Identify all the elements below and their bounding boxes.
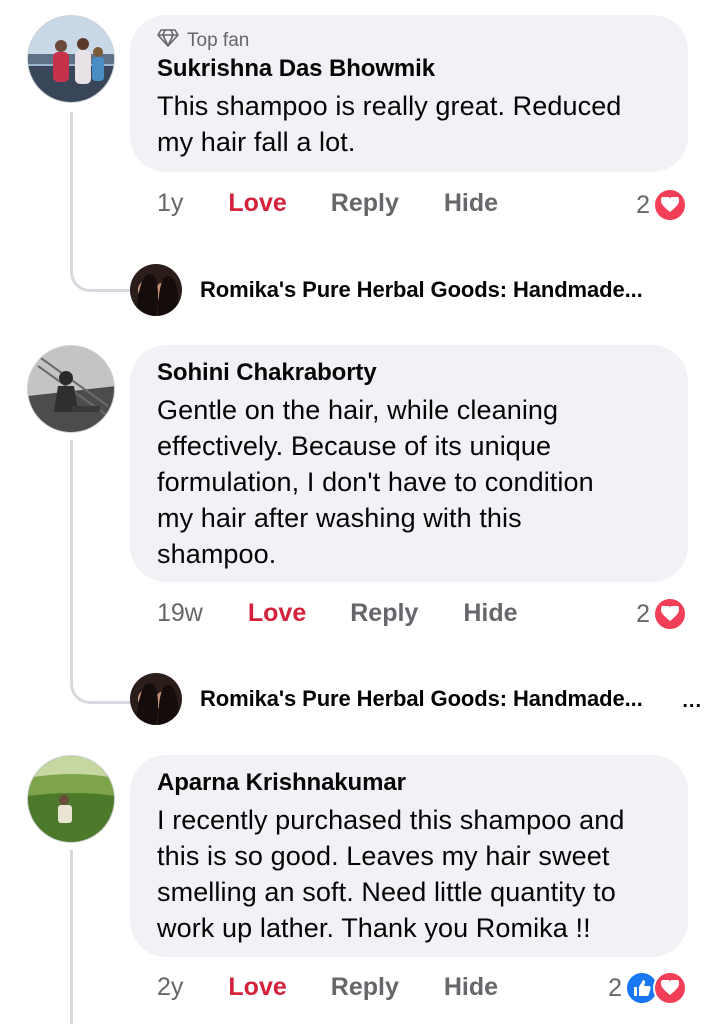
comment-actions: 2y Love Reply Hide <box>157 967 498 1007</box>
page-avatar <box>130 673 182 725</box>
reply-author[interactable]: Romika's Pure Herbal Goods: Handmade... <box>200 686 643 712</box>
comment-text: This shampoo is really great. Reduced my… <box>157 91 622 157</box>
heart-icon <box>653 597 687 631</box>
heart-icon <box>653 971 687 1005</box>
reply-author[interactable]: Romika's Pure Herbal Goods: Handmade... <box>200 277 643 303</box>
timestamp[interactable]: 2y <box>157 973 183 1002</box>
love-button[interactable]: Love <box>248 599 306 628</box>
reply-preview[interactable]: Romika's Pure Herbal Goods: Handmade... <box>130 673 643 725</box>
reaction-summary[interactable]: 2 <box>636 597 687 631</box>
avatar[interactable] <box>27 755 115 843</box>
love-button[interactable]: Love <box>228 973 286 1002</box>
thread-connector <box>70 268 130 292</box>
comment-text: I recently purchased this shampoo and th… <box>157 805 625 943</box>
thread-line <box>70 112 73 272</box>
thread-connector <box>70 680 130 704</box>
more-options-icon[interactable]: ... <box>682 690 702 713</box>
comment-actions: 1y Love Reply Hide <box>157 183 498 223</box>
comment-actions: 19w Love Reply Hide <box>157 593 518 633</box>
comment-author[interactable]: Sukrishna Das Bhowmik <box>157 55 648 83</box>
comment-text: Gentle on the hair, while cleaning effec… <box>157 395 594 569</box>
reply-button[interactable]: Reply <box>350 599 418 628</box>
reaction-summary[interactable]: 2 <box>636 188 687 222</box>
comment-bubble: Sohini Chakraborty Gentle on the hair, w… <box>130 345 688 582</box>
avatar[interactable] <box>27 345 115 433</box>
reply-button[interactable]: Reply <box>331 973 399 1002</box>
reply-preview[interactable]: Romika's Pure Herbal Goods: Handmade... <box>130 264 643 316</box>
comment-author[interactable]: Sohini Chakraborty <box>157 359 648 387</box>
timestamp[interactable]: 19w <box>157 599 203 628</box>
reply-button[interactable]: Reply <box>331 189 399 218</box>
comment-bubble: Aparna Krishnakumar I recently purchased… <box>130 755 688 957</box>
page-avatar <box>130 264 182 316</box>
timestamp[interactable]: 1y <box>157 189 183 218</box>
reaction-count: 2 <box>608 973 622 1002</box>
avatar[interactable] <box>27 15 115 103</box>
comment-bubble: Top fan Sukrishna Das Bhowmik This shamp… <box>130 15 688 172</box>
hide-button[interactable]: Hide <box>463 599 517 628</box>
heart-icon <box>653 188 687 222</box>
reaction-count: 2 <box>636 599 650 628</box>
reaction-summary[interactable]: 2 <box>608 971 687 1005</box>
top-fan-badge: Top fan <box>157 29 648 53</box>
diamond-icon <box>157 29 179 53</box>
love-button[interactable]: Love <box>228 189 286 218</box>
hide-button[interactable]: Hide <box>444 973 498 1002</box>
thread-line <box>70 850 73 1024</box>
thread-line <box>70 440 73 684</box>
hide-button[interactable]: Hide <box>444 189 498 218</box>
reaction-count: 2 <box>636 190 650 219</box>
comment-author[interactable]: Aparna Krishnakumar <box>157 769 648 797</box>
